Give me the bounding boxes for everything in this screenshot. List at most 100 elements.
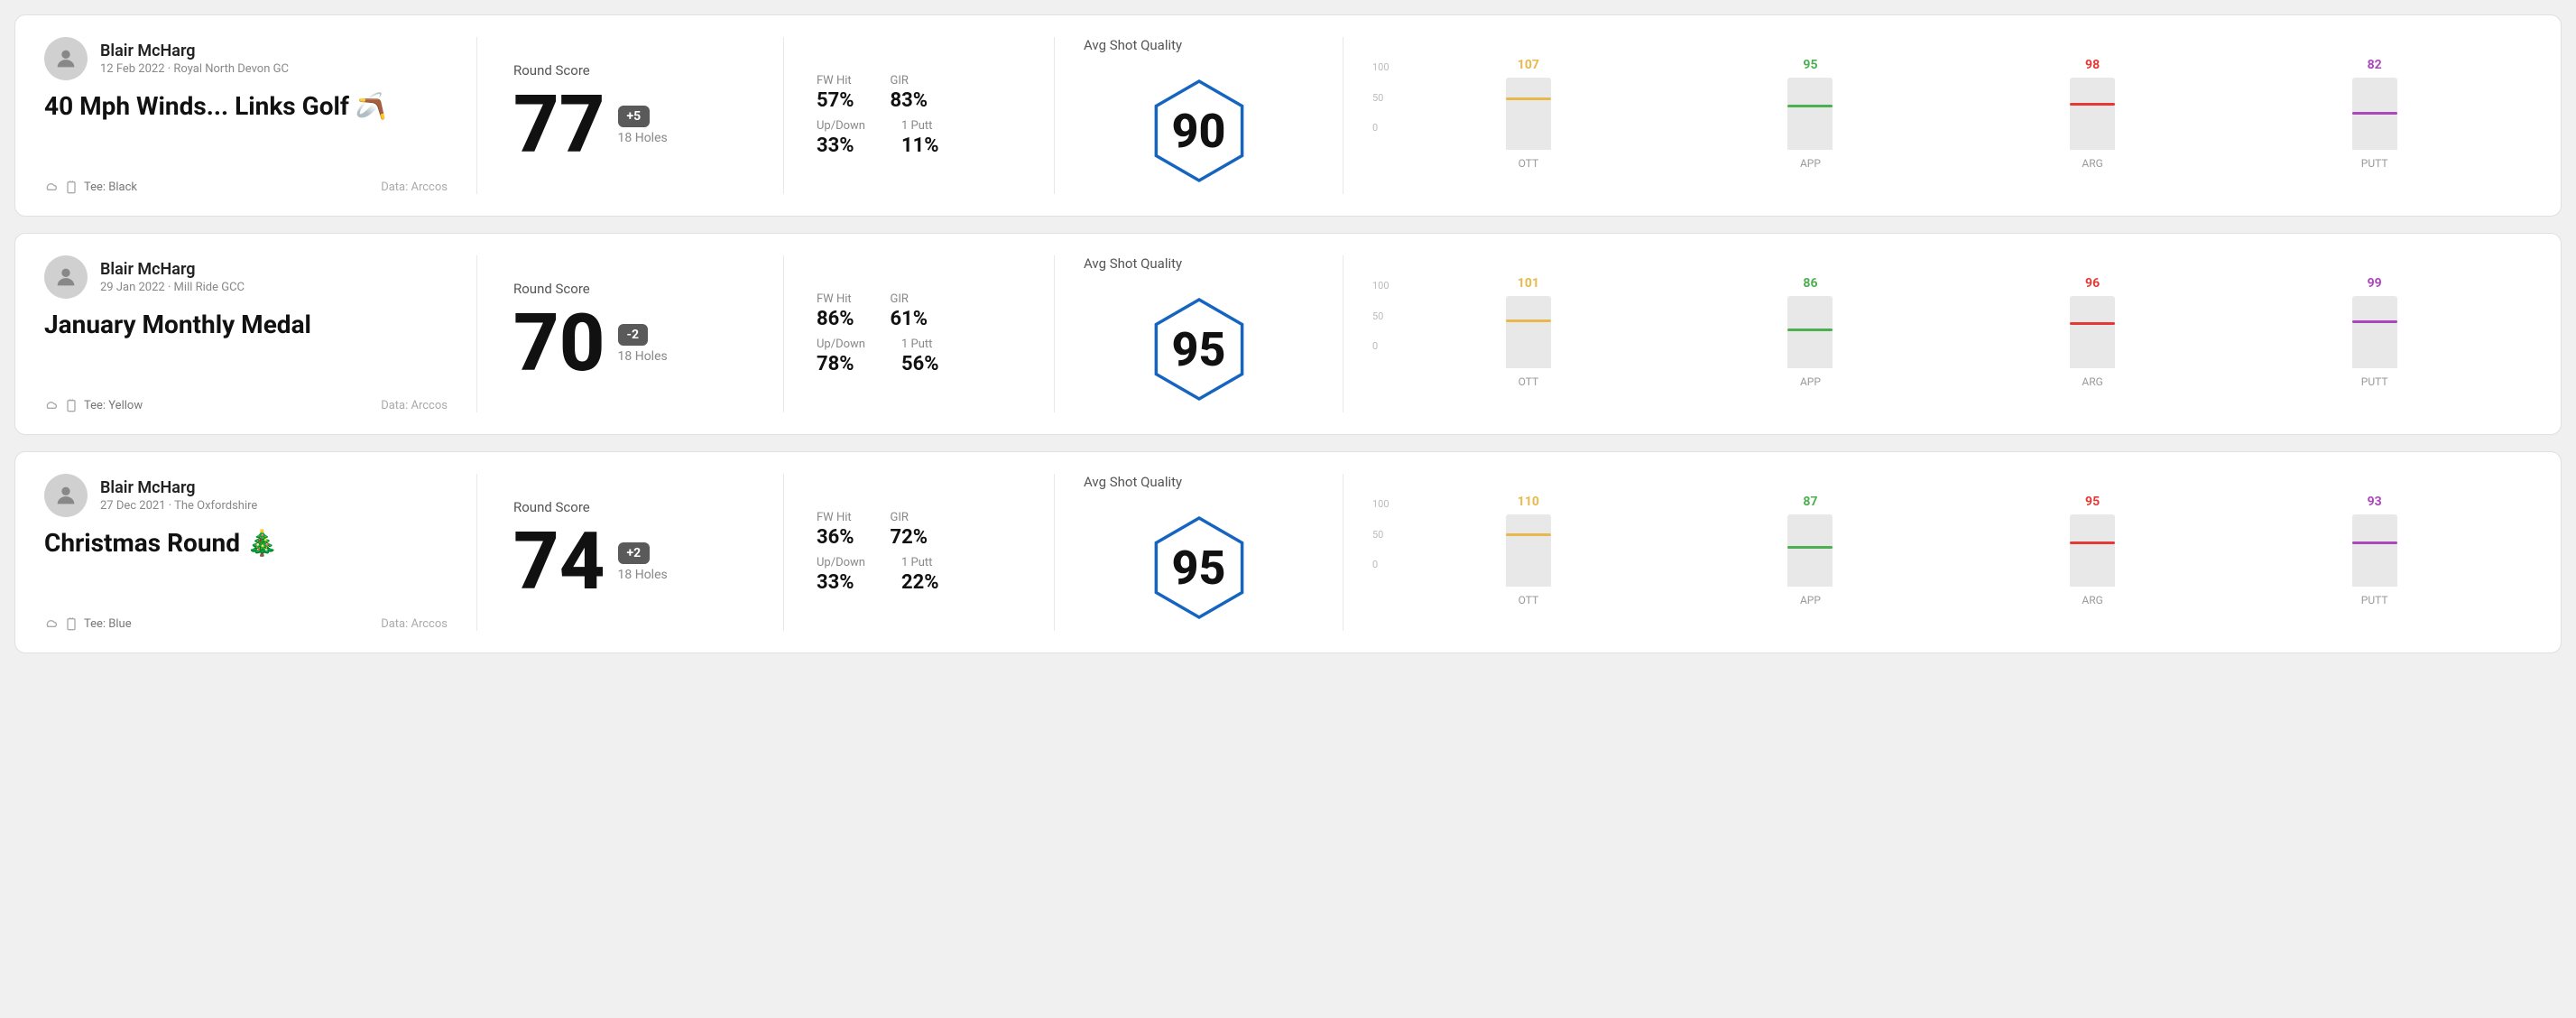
avatar — [44, 37, 88, 80]
one-putt-label: 1 Putt — [901, 556, 939, 569]
bar-line — [1506, 319, 1551, 322]
cloud-icon — [44, 398, 59, 412]
bar-group-app: 86 APP — [1682, 276, 1939, 388]
score-row: 77 +5 18 Holes — [513, 86, 747, 165]
cloud-icon — [44, 616, 59, 631]
one-putt-label: 1 Putt — [901, 119, 939, 133]
bar-line — [1506, 97, 1551, 100]
stat-row-top: FW Hit 86% GIR 61% — [817, 292, 1021, 330]
user-name: Blair McHarg — [100, 260, 245, 279]
round-title: Christmas Round 🎄 — [44, 528, 448, 559]
big-score: 77 — [513, 86, 605, 165]
stat-gir: GIR 72% — [891, 511, 928, 549]
bar-group-arg: 98 ARG — [1964, 58, 2221, 170]
bar-line — [2352, 320, 2397, 323]
user-details: Blair McHarg 27 Dec 2021 · The Oxfordshi… — [100, 478, 257, 513]
bar-group-arg: 96 ARG — [1964, 276, 2221, 388]
big-score: 74 — [513, 523, 605, 602]
data-source: Data: Arccos — [381, 399, 448, 412]
bar-wrapper — [2352, 78, 2397, 150]
user-name: Blair McHarg — [100, 478, 257, 497]
hex-score: 90 — [1172, 104, 1226, 159]
updown-label: Up/Down — [817, 338, 865, 351]
user-info: Blair McHarg 29 Jan 2022 · Mill Ride GCC — [44, 255, 448, 299]
bar-value-arg: 98 — [2085, 58, 2100, 72]
avatar — [44, 474, 88, 517]
stat-row-top: FW Hit 36% GIR 72% — [817, 511, 1021, 549]
stat-fw-hit: FW Hit 36% — [817, 511, 854, 549]
bar-line — [2070, 103, 2115, 106]
score-badge: +2 — [618, 542, 651, 564]
tee-info: Tee: Black — [44, 180, 137, 194]
y-max: 100 — [1372, 280, 1390, 292]
fw-hit-label: FW Hit — [817, 511, 854, 524]
bar-bg — [2352, 541, 2397, 587]
gir-value: 61% — [891, 308, 928, 330]
bar-wrapper — [2352, 514, 2397, 587]
bottom-info: Tee: Yellow Data: Arccos — [44, 398, 448, 412]
y-min: 0 — [1372, 122, 1390, 134]
tee-label: Tee: Black — [84, 180, 137, 194]
quality-label: Avg Shot Quality — [1084, 255, 1182, 272]
y-max: 100 — [1372, 498, 1390, 510]
fw-hit-value: 36% — [817, 526, 854, 549]
bar-group-putt: 99 PUTT — [2246, 276, 2503, 388]
round-card-1: Blair McHarg 12 Feb 2022 · Royal North D… — [14, 14, 2562, 217]
bottom-info: Tee: Black Data: Arccos — [44, 180, 448, 194]
bar-line — [1787, 329, 1833, 331]
stat-row-bottom: Up/Down 33% 1 Putt 11% — [817, 119, 1021, 157]
stat-one-putt: 1 Putt 11% — [901, 119, 939, 157]
stat-one-putt: 1 Putt 56% — [901, 338, 939, 375]
bar-value-app: 86 — [1803, 276, 1817, 291]
bar-group-putt: 93 PUTT — [2246, 495, 2503, 606]
chart-area: 110 OTT 87 APP 95 — [1400, 498, 2503, 606]
bar-group-ott: 101 OTT — [1400, 276, 1657, 388]
bar-line — [2352, 112, 2397, 115]
chart-y-axis: 100 50 0 — [1372, 498, 1390, 570]
one-putt-value: 11% — [901, 134, 939, 157]
middle-section: Round Score 74 +2 18 Holes — [477, 474, 784, 631]
stat-updown: Up/Down 33% — [817, 119, 865, 157]
round-score-label: Round Score — [513, 281, 747, 297]
big-score: 70 — [513, 304, 605, 384]
bar-line — [2070, 541, 2115, 544]
bar-wrapper — [1787, 78, 1833, 150]
bar-bg — [1787, 105, 1833, 150]
stat-fw-hit: FW Hit 86% — [817, 292, 854, 330]
cloud-icon — [44, 180, 59, 194]
tee-label: Tee: Yellow — [84, 399, 143, 412]
bar-bg — [2070, 322, 2115, 368]
data-source: Data: Arccos — [381, 617, 448, 631]
middle-section: Round Score 70 -2 18 Holes — [477, 255, 784, 412]
bar-value-app: 95 — [1803, 58, 1817, 72]
bar-bg — [2352, 112, 2397, 150]
user-info: Blair McHarg 12 Feb 2022 · Royal North D… — [44, 37, 448, 80]
chart-area: 107 OTT 95 APP 98 — [1400, 61, 2503, 170]
one-putt-value: 22% — [901, 571, 939, 594]
bar-bg — [2070, 103, 2115, 150]
user-details: Blair McHarg 29 Jan 2022 · Mill Ride GCC — [100, 260, 245, 294]
left-section: Blair McHarg 12 Feb 2022 · Royal North D… — [44, 37, 477, 194]
updown-label: Up/Down — [817, 556, 865, 569]
stat-updown: Up/Down 78% — [817, 338, 865, 375]
holes-label: 18 Holes — [618, 131, 668, 145]
tee-info: Tee: Yellow — [44, 398, 143, 412]
bar-group-app: 87 APP — [1682, 495, 1939, 606]
fw-hit-label: FW Hit — [817, 74, 854, 88]
stat-updown: Up/Down 33% — [817, 556, 865, 594]
chart-section: 100 50 0 107 OTT 95 — [1343, 37, 2532, 194]
chart-y-axis: 100 50 0 — [1372, 280, 1390, 352]
user-info: Blair McHarg 27 Dec 2021 · The Oxfordshi… — [44, 474, 448, 517]
chart-y-axis: 100 50 0 — [1372, 61, 1390, 134]
bar-bg — [1506, 319, 1551, 368]
gir-label: GIR — [891, 292, 928, 306]
round-card-2: Blair McHarg 29 Jan 2022 · Mill Ride GCC… — [14, 233, 2562, 435]
bar-bg — [1506, 533, 1551, 587]
bar-value-putt: 99 — [2368, 276, 2382, 291]
y-min: 0 — [1372, 559, 1390, 570]
bar-group-arg: 95 ARG — [1964, 495, 2221, 606]
score-row: 70 -2 18 Holes — [513, 304, 747, 384]
y-min: 0 — [1372, 340, 1390, 352]
y-max: 100 — [1372, 61, 1390, 73]
bar-label: APP — [1800, 375, 1821, 388]
